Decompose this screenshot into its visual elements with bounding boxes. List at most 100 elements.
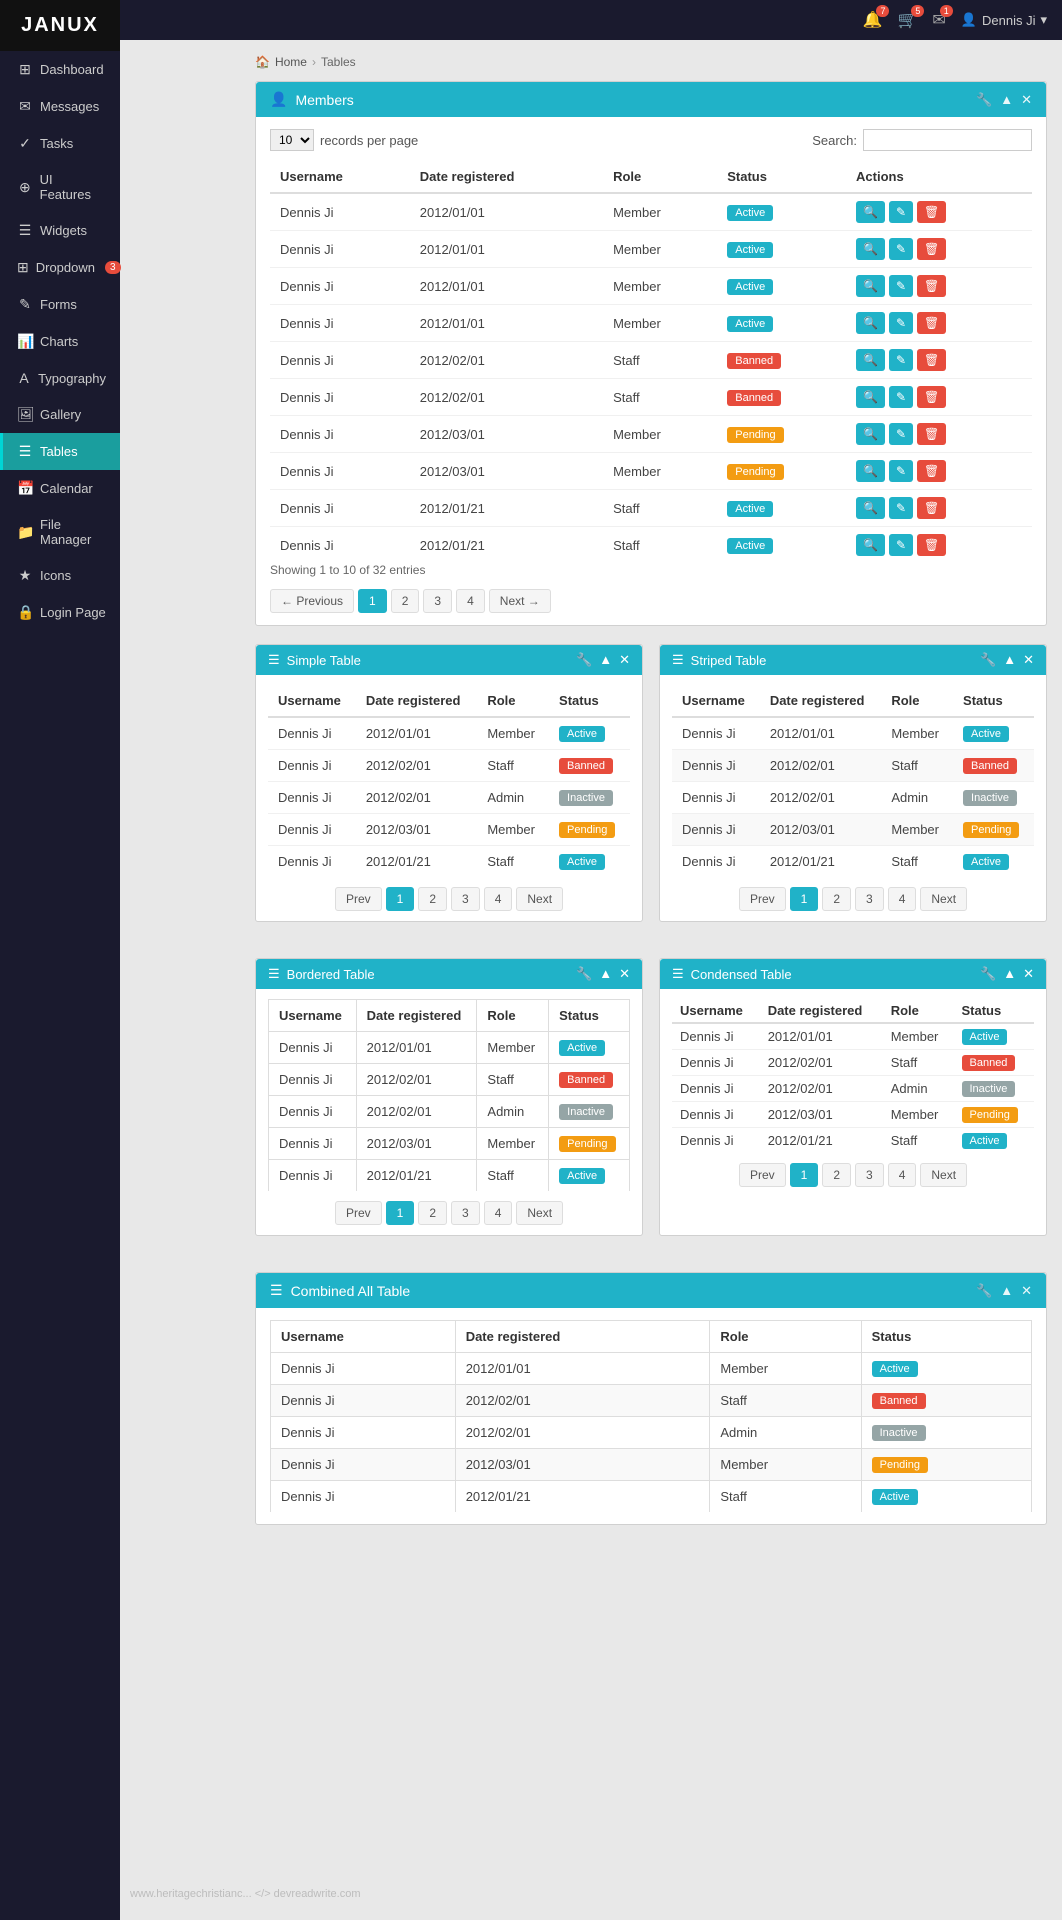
page-button[interactable]: 1 bbox=[358, 589, 387, 613]
sidebar-item-gallery[interactable]: 🖼 Gallery bbox=[0, 396, 120, 433]
wrench-icon[interactable]: 🔧 bbox=[976, 92, 992, 108]
bordered-close-icon[interactable]: ✕ bbox=[619, 966, 630, 982]
sidebar-item-typography[interactable]: A Typography bbox=[0, 360, 120, 396]
simple-wrench-icon[interactable]: 🔧 bbox=[576, 652, 592, 668]
sidebar-item-tasks[interactable]: ✓ Tasks bbox=[0, 125, 120, 162]
combined-wrench-icon[interactable]: 🔧 bbox=[976, 1283, 992, 1299]
sidebar-item-dashboard[interactable]: ⊞ Dashboard bbox=[0, 51, 120, 88]
sidebar-item-dropdown[interactable]: ⊞ Dropdown 3 bbox=[0, 249, 120, 286]
view-button[interactable]: 🔍 bbox=[856, 238, 885, 260]
breadcrumb-home[interactable]: Home bbox=[275, 55, 307, 69]
notifications-icon[interactable]: 🔔7 bbox=[863, 10, 883, 30]
view-button[interactable]: 🔍 bbox=[856, 275, 885, 297]
next-button[interactable]: Next bbox=[516, 1201, 563, 1225]
sidebar-item-charts[interactable]: 📊 Charts bbox=[0, 323, 120, 360]
cart-icon[interactable]: 🛒5 bbox=[897, 10, 917, 30]
delete-button[interactable]: 🗑 bbox=[917, 460, 946, 482]
edit-button[interactable]: ✎ bbox=[889, 497, 913, 519]
page-button[interactable]: 1 bbox=[386, 1201, 415, 1225]
view-button[interactable]: 🔍 bbox=[856, 386, 885, 408]
edit-button[interactable]: ✎ bbox=[889, 386, 913, 408]
page-button[interactable]: 4 bbox=[888, 1163, 917, 1187]
condensed-collapse-icon[interactable]: ▲ bbox=[1003, 966, 1016, 982]
mail-icon[interactable]: ✉1 bbox=[932, 10, 945, 30]
next-button[interactable]: Next → bbox=[489, 589, 551, 613]
delete-button[interactable]: 🗑 bbox=[917, 238, 946, 260]
delete-button[interactable]: 🗑 bbox=[917, 423, 946, 445]
edit-button[interactable]: ✎ bbox=[889, 312, 913, 334]
sidebar-item-forms[interactable]: ✎ Forms bbox=[0, 286, 120, 323]
delete-button[interactable]: 🗑 bbox=[917, 275, 946, 297]
simple-close-icon[interactable]: ✕ bbox=[619, 652, 630, 668]
view-button[interactable]: 🔍 bbox=[856, 534, 885, 556]
page-button[interactable]: 2 bbox=[822, 1163, 851, 1187]
delete-button[interactable]: 🗑 bbox=[917, 312, 946, 334]
edit-button[interactable]: ✎ bbox=[889, 349, 913, 371]
next-button[interactable]: Next bbox=[516, 887, 563, 911]
page-button[interactable]: 2 bbox=[391, 589, 420, 613]
simple-collapse-icon[interactable]: ▲ bbox=[599, 652, 612, 668]
collapse-icon[interactable]: ▲ bbox=[1000, 92, 1013, 107]
striped-wrench-icon[interactable]: 🔧 bbox=[980, 652, 996, 668]
delete-button[interactable]: 🗑 bbox=[917, 534, 946, 556]
sidebar-item-ui-features[interactable]: ⊕ UI Features bbox=[0, 162, 120, 212]
view-button[interactable]: 🔍 bbox=[856, 201, 885, 223]
view-button[interactable]: 🔍 bbox=[856, 497, 885, 519]
page-button[interactable]: 3 bbox=[423, 589, 452, 613]
sidebar-item-icons[interactable]: ★ Icons bbox=[0, 557, 120, 594]
edit-button[interactable]: ✎ bbox=[889, 238, 913, 260]
next-button[interactable]: Next bbox=[920, 887, 967, 911]
delete-button[interactable]: 🗑 bbox=[917, 497, 946, 519]
page-button[interactable]: 1 bbox=[386, 887, 415, 911]
view-button[interactable]: 🔍 bbox=[856, 312, 885, 334]
prev-button[interactable]: Prev bbox=[739, 887, 786, 911]
striped-collapse-icon[interactable]: ▲ bbox=[1003, 652, 1016, 668]
view-button[interactable]: 🔍 bbox=[856, 460, 885, 482]
close-icon[interactable]: ✕ bbox=[1021, 92, 1032, 108]
view-button[interactable]: 🔍 bbox=[856, 349, 885, 371]
bordered-collapse-icon[interactable]: ▲ bbox=[599, 966, 612, 982]
sidebar-item-calendar[interactable]: 📅 Calendar bbox=[0, 470, 120, 507]
prev-button[interactable]: ← Previous bbox=[270, 589, 354, 613]
page-button[interactable]: 1 bbox=[790, 887, 819, 911]
page-button[interactable]: 3 bbox=[451, 887, 480, 911]
condensed-wrench-icon[interactable]: 🔧 bbox=[980, 966, 996, 982]
view-button[interactable]: 🔍 bbox=[856, 423, 885, 445]
page-button[interactable]: 4 bbox=[484, 887, 513, 911]
page-button[interactable]: 2 bbox=[822, 887, 851, 911]
page-button[interactable]: 1 bbox=[790, 1163, 819, 1187]
page-button[interactable]: 3 bbox=[451, 1201, 480, 1225]
prev-button[interactable]: Prev bbox=[335, 1201, 382, 1225]
page-button[interactable]: 4 bbox=[888, 887, 917, 911]
user-menu[interactable]: 👤 Dennis Ji ▾ bbox=[961, 12, 1047, 28]
bordered-wrench-icon[interactable]: 🔧 bbox=[576, 966, 592, 982]
edit-button[interactable]: ✎ bbox=[889, 275, 913, 297]
page-button[interactable]: 4 bbox=[456, 589, 485, 613]
delete-button[interactable]: 🗑 bbox=[917, 386, 946, 408]
edit-button[interactable]: ✎ bbox=[889, 201, 913, 223]
page-button[interactable]: 4 bbox=[484, 1201, 513, 1225]
sidebar-item-login-page[interactable]: 🔒 Login Page bbox=[0, 594, 120, 631]
prev-button[interactable]: Prev bbox=[335, 887, 382, 911]
delete-button[interactable]: 🗑 bbox=[917, 349, 946, 371]
page-button[interactable]: 3 bbox=[855, 1163, 884, 1187]
prev-button[interactable]: Prev bbox=[739, 1163, 786, 1187]
page-button[interactable]: 2 bbox=[418, 887, 447, 911]
delete-button[interactable]: 🗑 bbox=[917, 201, 946, 223]
condensed-close-icon[interactable]: ✕ bbox=[1023, 966, 1034, 982]
sidebar-item-widgets[interactable]: ☰ Widgets bbox=[0, 212, 120, 249]
combined-close-icon[interactable]: ✕ bbox=[1021, 1283, 1032, 1299]
striped-close-icon[interactable]: ✕ bbox=[1023, 652, 1034, 668]
search-input[interactable] bbox=[863, 129, 1032, 151]
page-button[interactable]: 3 bbox=[855, 887, 884, 911]
sidebar-item-tables[interactable]: ☰ Tables bbox=[0, 433, 120, 470]
edit-button[interactable]: ✎ bbox=[889, 423, 913, 445]
per-page-select[interactable]: 102550 bbox=[270, 129, 314, 151]
sidebar-item-file-manager[interactable]: 📁 File Manager bbox=[0, 507, 120, 557]
page-button[interactable]: 2 bbox=[418, 1201, 447, 1225]
next-button[interactable]: Next bbox=[920, 1163, 967, 1187]
combined-collapse-icon[interactable]: ▲ bbox=[1000, 1283, 1013, 1298]
edit-button[interactable]: ✎ bbox=[889, 534, 913, 556]
edit-button[interactable]: ✎ bbox=[889, 460, 913, 482]
sidebar-item-messages[interactable]: ✉ Messages bbox=[0, 88, 120, 125]
